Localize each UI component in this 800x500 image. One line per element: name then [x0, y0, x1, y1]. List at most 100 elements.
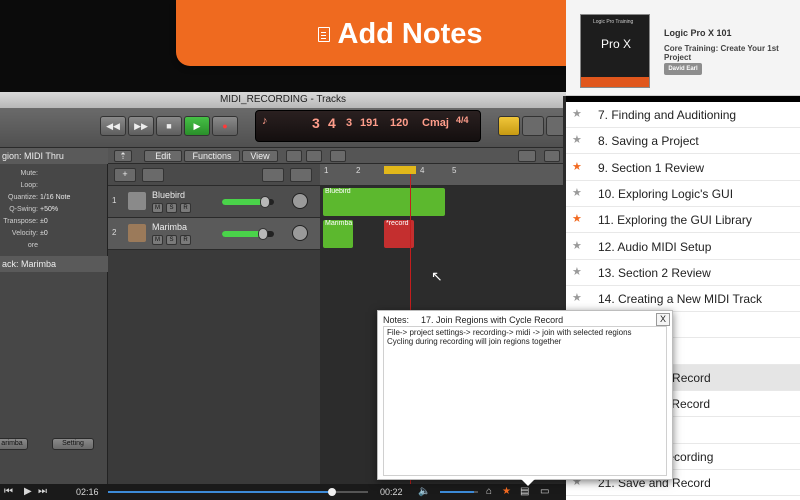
home-icon[interactable]: ⌂: [486, 486, 492, 498]
lesson-item[interactable]: ★ 11. Exploring the GUI Library: [566, 207, 800, 234]
close-button[interactable]: X: [656, 313, 670, 326]
track-row: 2 Marimba M S R: [108, 218, 320, 250]
inspector-row-key: Loop:: [20, 182, 38, 189]
pan-knob: [292, 193, 308, 209]
play-icon: ▶: [184, 116, 210, 136]
note-icon: [317, 26, 330, 42]
lesson-item[interactable]: ★ 7. Finding and Auditioning: [566, 102, 800, 128]
mute-button: M: [152, 235, 163, 245]
video-controls: ⏮ ▶ ⏭ 02:16 00:22 🔈 ⌂ ★ ▤ ▭: [0, 484, 566, 500]
scrubber[interactable]: [108, 488, 368, 496]
ruler-mark: 1: [324, 166, 329, 175]
skip-back-icon[interactable]: ⏮: [4, 486, 13, 498]
elapsed-time: 02:16: [76, 487, 99, 497]
thumbnail-caption: Logic Pro Training: [593, 19, 634, 25]
star-icon[interactable]: ★: [572, 292, 582, 304]
star-icon[interactable]: ★: [572, 240, 582, 252]
track-row: 1 Bluebird M S R: [108, 186, 320, 218]
lesson-title: 9. Section 1 Review: [598, 160, 705, 175]
track-header-bar: +: [108, 164, 320, 186]
fullscreen-icon[interactable]: ▭: [540, 486, 549, 498]
track-number: 2: [112, 228, 117, 237]
inspector-instrument-button: arimba: [0, 438, 28, 450]
notes-label: Notes:: [383, 315, 410, 325]
inspector-row-key: Quantize:: [8, 194, 38, 201]
star-icon[interactable]: ★: [572, 161, 582, 173]
volume-icon[interactable]: 🔈: [418, 486, 430, 498]
inspector-row: Mute:: [0, 170, 108, 180]
add-notes-banner[interactable]: Add Notes: [176, 0, 624, 66]
lesson-item[interactable]: ★ 10. Exploring Logic's GUI: [566, 181, 800, 207]
star-icon[interactable]: ★: [572, 213, 582, 225]
record-icon: ●: [212, 116, 238, 136]
inspector-row-key: Q-Swing:: [9, 206, 38, 213]
thumbnail-brand-strip: [581, 77, 649, 87]
tool-icon: [544, 150, 560, 162]
notes-header: Notes: 17. Join Regions with Cycle Record: [383, 315, 563, 325]
course-title: Logic Pro X 101: [664, 28, 732, 38]
inspector-track: ack: Marimba: [0, 256, 108, 272]
lcd-key: Cmaj: [422, 117, 449, 129]
skip-forward-icon[interactable]: ⏭: [38, 486, 47, 498]
lcd-tempo: 120: [390, 117, 409, 129]
star-icon[interactable]: ★: [502, 486, 511, 498]
course-author-badge: David Earl: [664, 63, 702, 75]
lesson-item[interactable]: ★ 9. Section 1 Review: [566, 155, 800, 181]
star-icon[interactable]: ★: [572, 187, 582, 199]
thumbnail-title: Pro X: [601, 37, 632, 51]
sort-icon: [262, 168, 284, 182]
inspector-row-value: ±0: [40, 218, 48, 225]
lesson-title: 14. Creating a New MIDI Track: [598, 292, 763, 307]
track-name: Bluebird: [152, 190, 186, 200]
notes-icon[interactable]: ▤: [520, 486, 529, 498]
daw-toolbar: ◀◀ ▶▶ ■ ▶ ● ♪ 3 4 3 191 120 Cmaj 4/4: [0, 108, 566, 148]
ruler-mark: 5: [452, 166, 457, 175]
mouse-cursor-icon: ↖: [431, 268, 443, 284]
fast-forward-icon: ▶▶: [128, 116, 154, 136]
inspector-row-value: 1/16 Note: [40, 194, 71, 201]
inspector-row: Transpose: ±0: [0, 218, 108, 228]
notes-line: Cycling during recording will join regio…: [387, 337, 562, 346]
track-name: Marimba: [152, 222, 188, 232]
lcd-time-signature: 4/4: [456, 115, 469, 125]
lcd-tick: 191: [360, 117, 379, 129]
drum-icon: [128, 192, 146, 210]
lcd-div: 3: [346, 117, 353, 129]
lesson-item[interactable]: ★ 14. Creating a New MIDI Track: [566, 286, 800, 313]
lesson-title: 10. Exploring Logic's GUI: [598, 186, 734, 201]
inspector-row-value: +50%: [40, 206, 59, 213]
inspector-row-key: Velocity:: [11, 230, 38, 237]
menu-view: View: [242, 150, 278, 162]
tracks-menubar: ⇡ Edit Functions View: [108, 148, 566, 164]
remaining-time: 00:22: [380, 487, 403, 497]
record-enable-button: R: [180, 235, 191, 245]
course-thumbnail: Logic Pro Training Pro X: [580, 14, 650, 88]
region-marimba: Marimba: [323, 220, 353, 248]
play-icon[interactable]: ▶: [24, 486, 32, 498]
mute-button: M: [152, 203, 163, 213]
volume-fader: [222, 228, 274, 240]
lesson-title: 13. Section 2 Review: [598, 265, 711, 280]
lesson-title: 8. Saving a Project: [598, 134, 699, 149]
lesson-item[interactable]: ★ 12. Audio MIDI Setup: [566, 234, 800, 260]
pointer-tool-icon: [518, 150, 536, 162]
inspector-row-value: ±0: [40, 230, 48, 237]
star-icon[interactable]: ★: [572, 134, 582, 146]
lesson-item[interactable]: ★ 13. Section 2 Review: [566, 260, 800, 286]
timeline-ruler: 1 2 3 4 5: [320, 164, 566, 186]
notes-textarea[interactable]: File-> project settings-> recording-> mi…: [383, 326, 667, 476]
solo-button: S: [166, 235, 177, 245]
daw-window-title: MIDI_RECORDING - Tracks: [0, 92, 566, 108]
cycle-range: [384, 166, 416, 174]
banner-title: Add Notes: [337, 18, 483, 50]
star-icon[interactable]: ★: [572, 266, 582, 278]
inspector-setting-button: Setting: [52, 438, 94, 450]
star-icon[interactable]: ★: [572, 108, 582, 120]
lcd-display: ♪ 3 4 3 191 120 Cmaj 4/4: [255, 110, 481, 142]
volume-slider[interactable]: [440, 491, 478, 493]
lesson-item[interactable]: ★ 8. Saving a Project: [566, 128, 800, 155]
tracks-back-icon: ⇡: [114, 150, 132, 162]
notes-lesson-title: 17. Join Regions with Cycle Record: [421, 315, 564, 325]
stop-icon: ■: [156, 116, 182, 136]
lesson-title: 11. Exploring the GUI Library: [598, 213, 752, 228]
